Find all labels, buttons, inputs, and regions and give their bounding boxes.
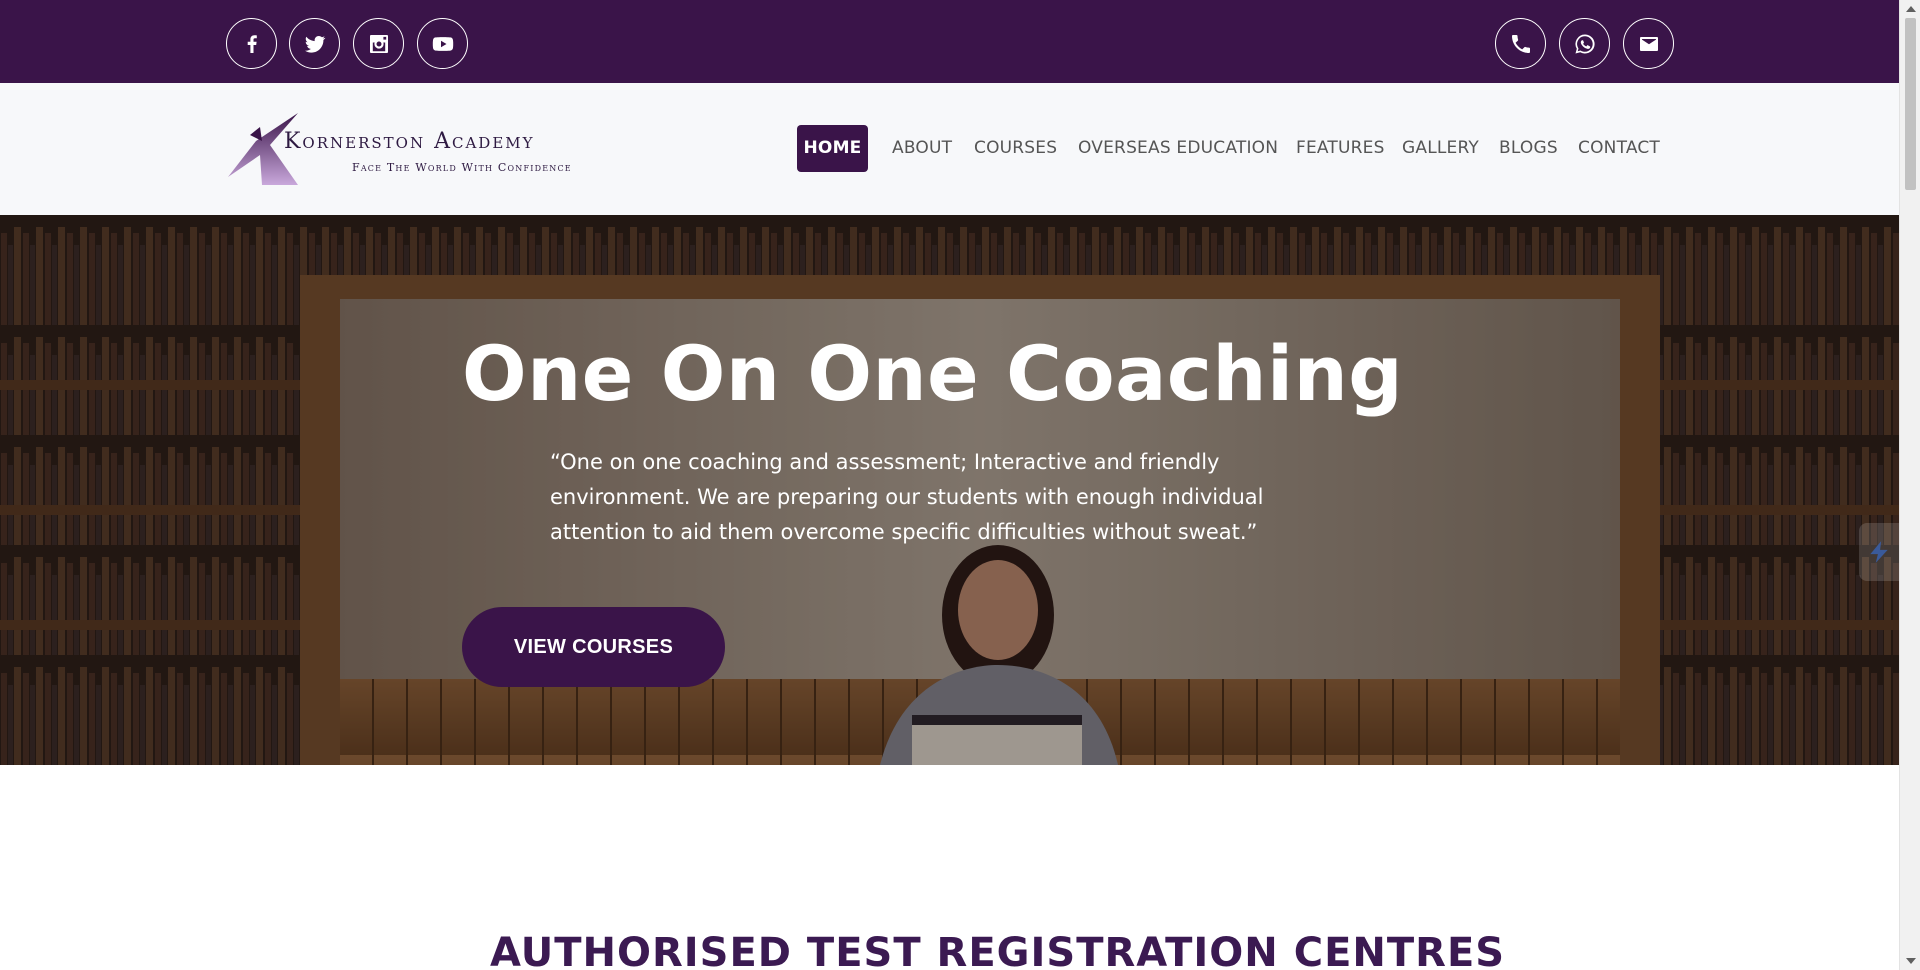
scroll-down-arrow-icon[interactable]: [1906, 958, 1916, 964]
mail-icon: [1639, 36, 1658, 51]
youtube-link[interactable]: [417, 18, 468, 69]
nav-blogs[interactable]: BLOGS: [1499, 125, 1558, 172]
facebook-icon: [247, 34, 257, 53]
nav-about[interactable]: ABOUT: [892, 125, 952, 172]
youtube-icon: [432, 36, 453, 51]
nav-features[interactable]: FEATURES: [1296, 125, 1385, 172]
instagram-link[interactable]: [353, 18, 404, 69]
nav-gallery[interactable]: GALLERY: [1402, 125, 1479, 172]
slider-widget-icon: [1870, 541, 1888, 563]
nav-contact[interactable]: CONTACT: [1578, 125, 1660, 172]
hero-banner: One On One Coaching “One on one coaching…: [0, 215, 1899, 765]
scroll-up-arrow-icon[interactable]: [1906, 6, 1916, 12]
phone-link[interactable]: [1495, 18, 1546, 69]
twitter-icon: [304, 35, 325, 53]
whatsapp-icon: [1574, 33, 1595, 53]
logo[interactable]: Kornerston Academy Face The World With C…: [226, 109, 606, 189]
view-courses-button[interactable]: VIEW COURSES: [462, 607, 725, 687]
whatsapp-link[interactable]: [1559, 18, 1610, 69]
side-widget[interactable]: [1859, 523, 1899, 581]
hero-quote: “One on one coaching and assessment; Int…: [550, 450, 1264, 544]
top-bar: [0, 0, 1899, 83]
logo-name: Kornerston Academy: [284, 129, 535, 154]
facebook-link[interactable]: [226, 18, 277, 69]
nav-courses[interactable]: COURSES: [974, 125, 1057, 172]
logo-tagline: Face The World With Confidence: [352, 161, 572, 174]
nav-home[interactable]: HOME: [797, 125, 868, 172]
hero-title: One On One Coaching: [462, 329, 1404, 418]
twitter-link[interactable]: [289, 18, 340, 69]
site-header: Kornerston Academy Face The World With C…: [0, 83, 1899, 215]
mail-link[interactable]: [1623, 18, 1674, 69]
section-title: AUTHORISED TEST REGISTRATION CENTRES: [490, 930, 1506, 970]
page-scrollbar[interactable]: [1899, 0, 1920, 970]
scrollbar-thumb[interactable]: [1905, 18, 1916, 190]
nav-overseas-education[interactable]: OVERSEAS EDUCATION: [1078, 125, 1278, 172]
phone-icon: [1511, 34, 1530, 53]
instagram-icon: [369, 34, 388, 53]
page: Kornerston Academy Face The World With C…: [0, 0, 1899, 970]
